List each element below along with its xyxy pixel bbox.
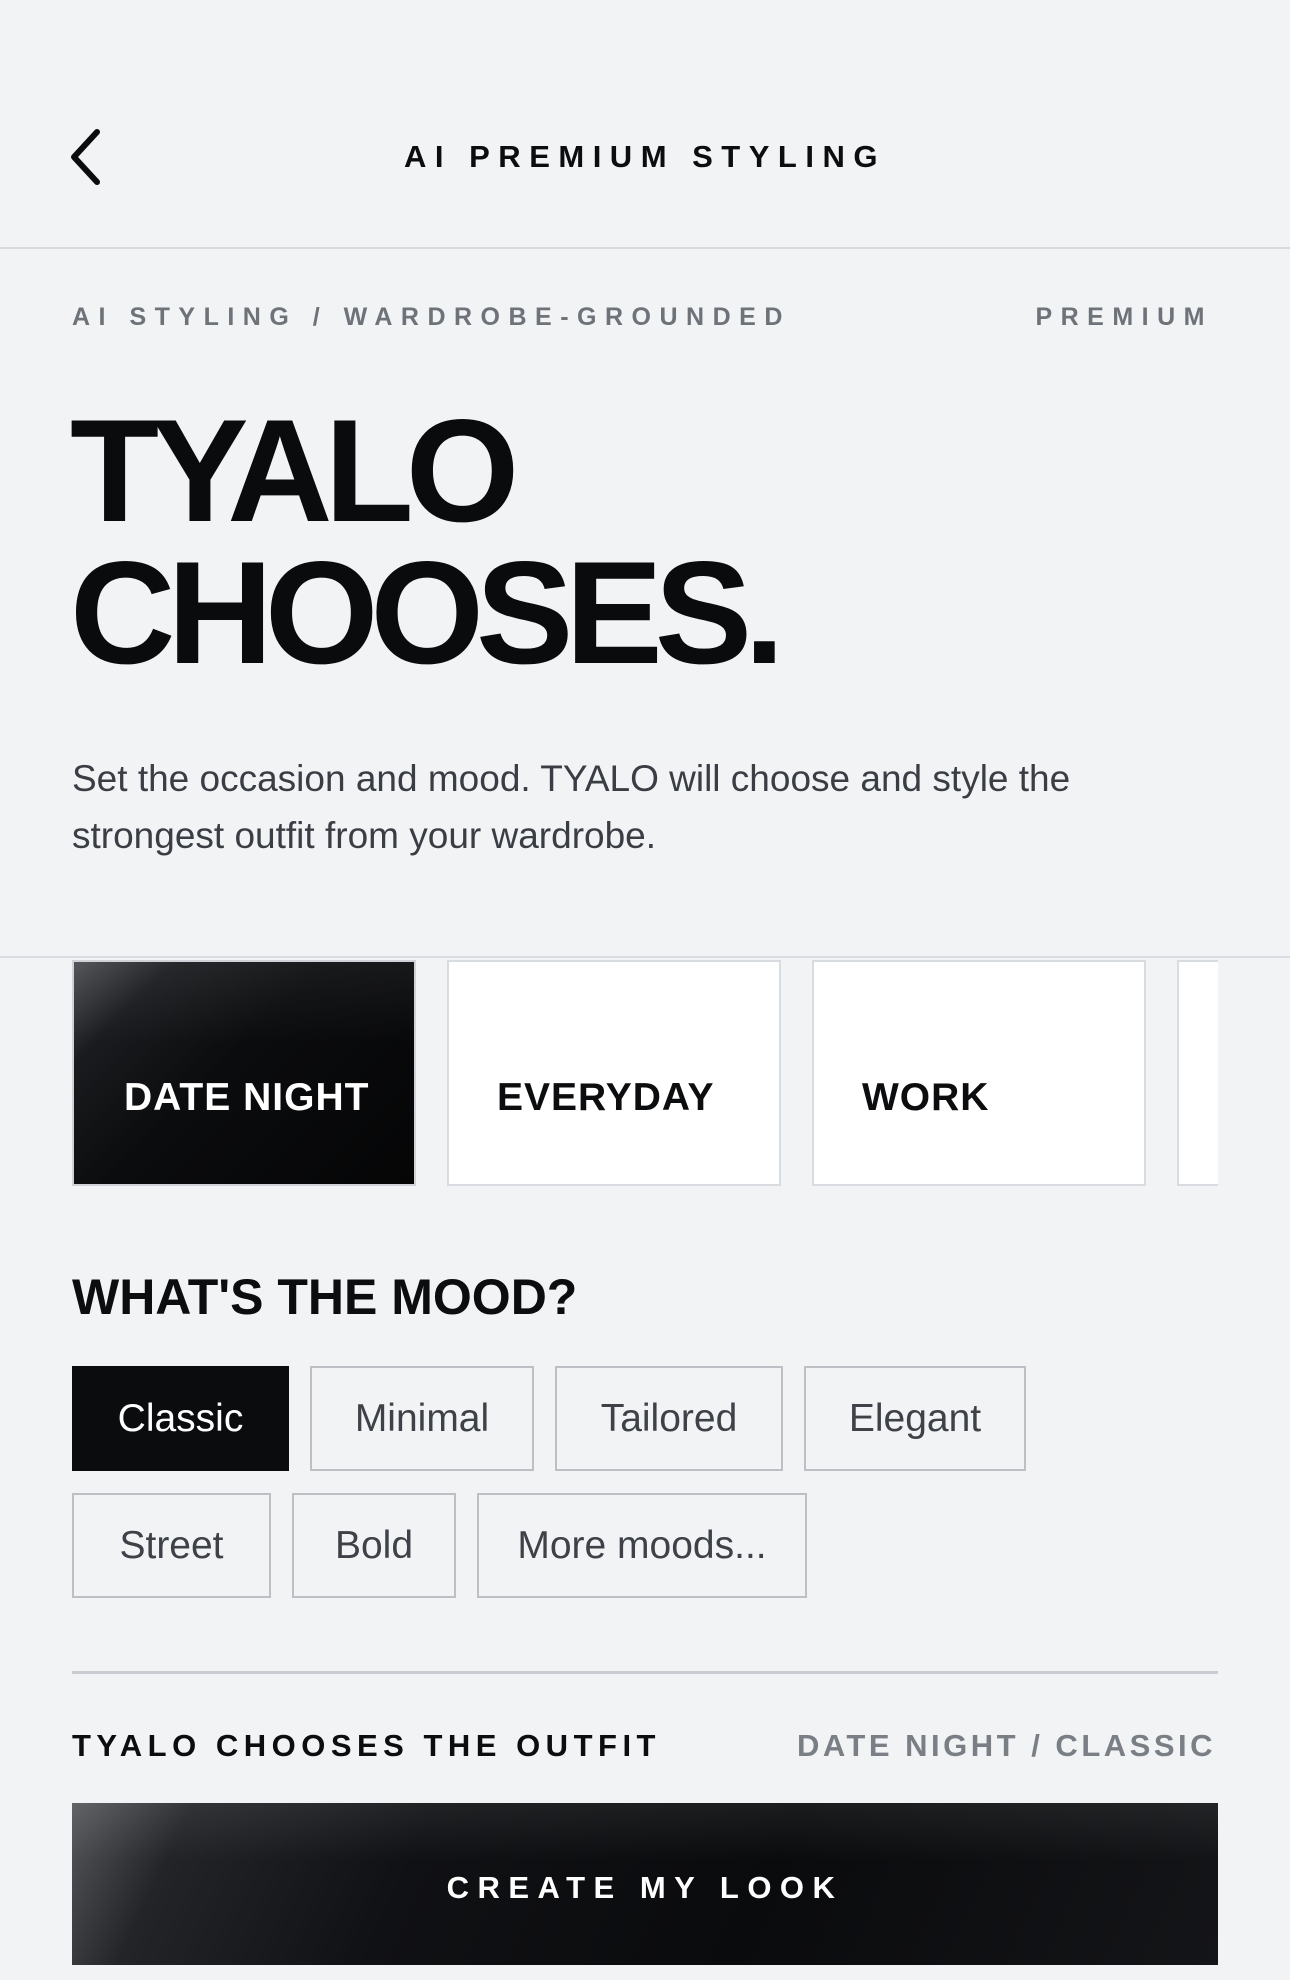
- mood-chip-minimal[interactable]: Minimal: [310, 1366, 534, 1471]
- ai-styling-screen: AI PREMIUM STYLING AI STYLING / WARDROBE…: [0, 0, 1290, 1980]
- mood-chip-bold[interactable]: Bold: [292, 1493, 456, 1598]
- mood-chip-tailored[interactable]: Tailored: [555, 1366, 783, 1471]
- hero-description: Set the occasion and mood. TYALO will ch…: [72, 758, 1071, 856]
- occasion-label: WORK: [862, 1076, 990, 1119]
- occasion-card-date-night[interactable]: DATE NIGHT: [72, 960, 416, 1186]
- section-eyebrow: AI STYLING / WARDROBE-GROUNDED: [72, 303, 791, 331]
- occasion-label: DATE NIGHT: [124, 1076, 370, 1119]
- occasion-label: EVERYDAY: [497, 1076, 715, 1119]
- mood-chip-more-moods[interactable]: More moods...: [477, 1493, 807, 1598]
- mood-heading: WHAT'S THE MOOD?: [72, 1269, 578, 1325]
- occasion-card-work[interactable]: WORK: [812, 960, 1146, 1186]
- hero-title: TYALO CHOOSES.: [70, 389, 785, 694]
- selection-summary: DATE NIGHT / CLASSIC: [796, 1728, 1216, 1763]
- create-my-look-label: CREATE MY LOOK: [446, 1870, 844, 1905]
- occasion-card-next[interactable]: [1177, 960, 1218, 1186]
- occasion-card-everyday[interactable]: EVERYDAY: [447, 960, 781, 1186]
- hero-title-line-2: CHOOSES.: [70, 531, 785, 694]
- premium-badge: PREMIUM: [1035, 303, 1213, 331]
- mood-chip-classic[interactable]: Classic: [72, 1366, 289, 1471]
- summary-label: TYALO CHOOSES THE OUTFIT: [72, 1728, 661, 1763]
- top-bar: AI PREMIUM STYLING: [0, 0, 1290, 249]
- summary-divider: [72, 1671, 1218, 1674]
- create-my-look-button[interactable]: CREATE MY LOOK: [72, 1803, 1218, 1965]
- mood-chip-street[interactable]: Street: [72, 1493, 271, 1598]
- hero-title-line-1: TYALO: [70, 389, 519, 552]
- page-title: AI PREMIUM STYLING: [404, 139, 886, 174]
- section-divider: [0, 956, 1290, 958]
- mood-chip-elegant[interactable]: Elegant: [804, 1366, 1026, 1471]
- occasion-carousel[interactable]: DATE NIGHT EVERYDAY WORK: [72, 960, 1218, 1188]
